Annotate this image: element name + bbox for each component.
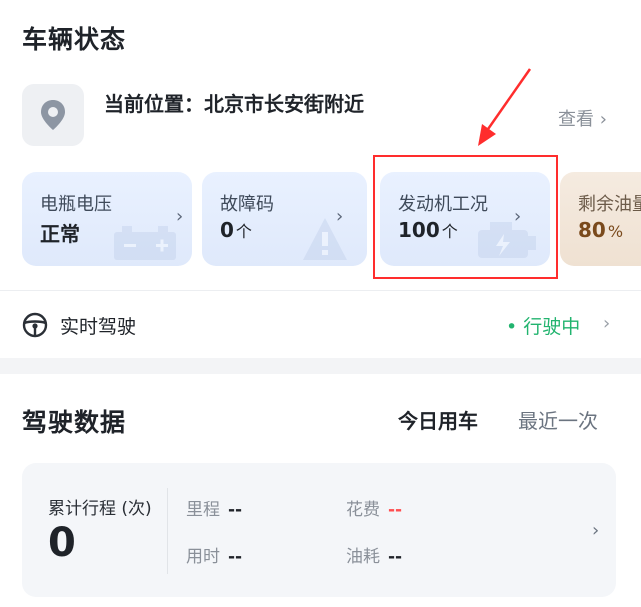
chevron-right-icon[interactable]: › — [592, 520, 599, 541]
view-location-link[interactable]: 查看 › — [558, 105, 607, 131]
metric-value: -- — [228, 500, 243, 520]
current-location-label: 当前位置：北京市长安街附近 — [104, 92, 364, 116]
card-label: 剩余油量 — [578, 194, 641, 215]
divider — [0, 290, 641, 291]
location-pin-icon — [41, 100, 65, 130]
fuel-consumption-metric: 油耗 -- — [346, 542, 402, 567]
trip-count-value: 0 — [48, 520, 76, 566]
card-value: 正常 — [40, 222, 80, 246]
battery-icon — [114, 226, 176, 260]
steering-wheel-icon — [22, 312, 48, 338]
warning-cone-icon — [303, 218, 347, 260]
fault-code-card[interactable]: 故障码 0个 › — [202, 172, 367, 266]
metric-label: 油耗 — [346, 547, 380, 567]
tab-recent[interactable]: 最近一次 — [518, 405, 598, 434]
metric-value: -- — [228, 547, 243, 567]
card-label: 电瓶电压 — [40, 194, 112, 215]
tab-today[interactable]: 今日用车 — [398, 405, 478, 434]
driving-data-card[interactable] — [22, 463, 616, 597]
mileage-metric: 里程 -- — [186, 495, 242, 520]
driving-data-title: 驾驶数据 — [22, 408, 127, 437]
card-label: 故障码 — [220, 194, 274, 215]
realtime-driving-label[interactable]: 实时驾驶 — [60, 312, 136, 339]
driving-status-badge: • 行驶中 — [506, 316, 581, 338]
location-icon-box — [22, 84, 84, 146]
remaining-fuel-card[interactable]: 剩余油量 80% — [560, 172, 641, 266]
metric-label: 花费 — [346, 500, 380, 520]
annotation-highlight-box — [373, 155, 558, 279]
battery-voltage-card[interactable]: 电瓶电压 正常 › — [22, 172, 192, 266]
time-metric: 用时 -- — [186, 542, 242, 567]
metric-label: 用时 — [186, 547, 220, 567]
annotation-arrow-icon — [478, 68, 532, 146]
vehicle-status-title: 车辆状态 — [22, 25, 127, 54]
metric-value: -- — [388, 500, 403, 520]
metric-value: -- — [388, 547, 403, 567]
card-value: 0个 — [220, 218, 252, 242]
section-separator — [0, 358, 641, 374]
card-value: 80% — [578, 218, 624, 242]
trip-count-label: 累计行程 (次) — [48, 499, 152, 519]
divider — [167, 488, 168, 574]
chevron-right-icon[interactable]: › — [603, 313, 610, 334]
cost-metric: 花费 -- — [346, 495, 402, 520]
metric-label: 里程 — [186, 500, 220, 520]
